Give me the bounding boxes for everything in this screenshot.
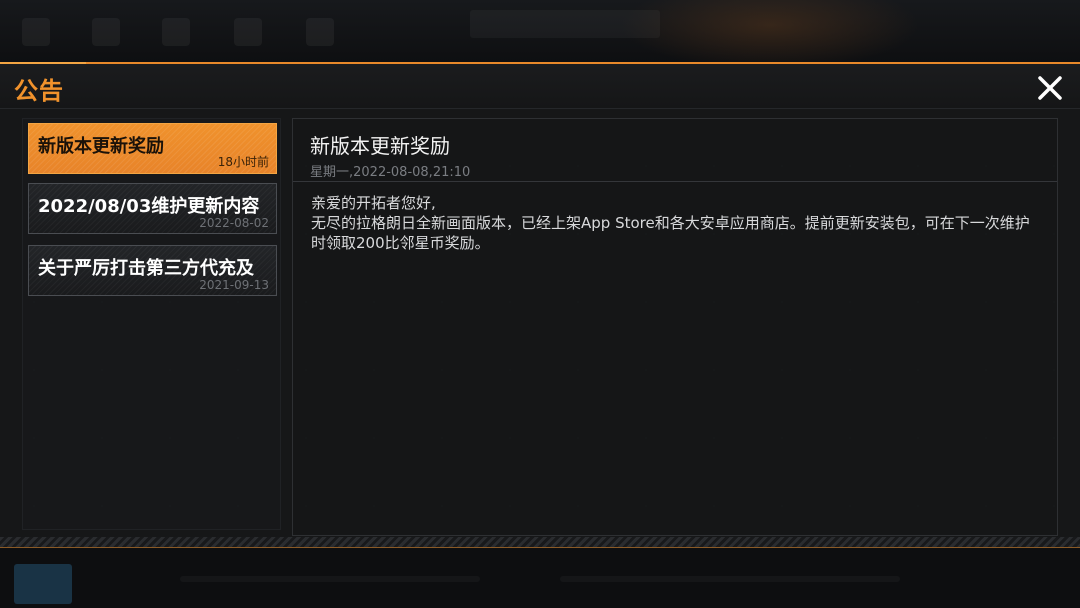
announcement-detail: 新版本更新奖励 星期一,2022-08-08,21:10 亲爱的开拓者您好, 无… bbox=[292, 118, 1058, 536]
hazard-stripe bbox=[0, 537, 1080, 548]
background-hud-icon bbox=[234, 18, 262, 46]
announcement-item[interactable]: 关于严厉打击第三方代充及 2021-09-13 bbox=[28, 245, 277, 296]
announcement-item-title: 新版本更新奖励 bbox=[38, 136, 164, 157]
background-hud-top bbox=[0, 0, 1080, 62]
detail-title: 新版本更新奖励 bbox=[310, 134, 450, 158]
close-button[interactable] bbox=[1034, 72, 1066, 104]
close-icon bbox=[1038, 76, 1062, 100]
background-hud-icon bbox=[92, 18, 120, 46]
panel-header: 公告 bbox=[0, 64, 1080, 109]
background-hud-line bbox=[560, 576, 900, 582]
background-hud-icon bbox=[14, 564, 72, 604]
announcement-item-date: 2022-08-02 bbox=[199, 216, 269, 230]
announcement-item-title: 关于严厉打击第三方代充及 bbox=[38, 258, 254, 279]
detail-paragraph: 无尽的拉格朗日全新画面版本，已经上架App Store和各大安卓应用商店。提前更… bbox=[311, 214, 1030, 252]
background-hud-icon bbox=[162, 18, 190, 46]
detail-greeting: 亲爱的开拓者您好, bbox=[311, 194, 436, 212]
announcement-item-selected[interactable]: 新版本更新奖励 18小时前 bbox=[28, 123, 277, 174]
background-hud-icon bbox=[306, 18, 334, 46]
detail-timestamp: 星期一,2022-08-08,21:10 bbox=[310, 165, 471, 180]
detail-body: 亲爱的开拓者您好, 无尽的拉格朗日全新画面版本，已经上架App Store和各大… bbox=[311, 193, 1041, 253]
announcement-item-date: 2021-09-13 bbox=[199, 278, 269, 292]
detail-divider bbox=[293, 181, 1057, 182]
background-hud-bottom bbox=[0, 548, 1080, 608]
panel-title: 公告 bbox=[14, 77, 64, 105]
announcement-item-title: 2022/08/03维护更新内容 bbox=[38, 196, 260, 217]
announcement-list: 新版本更新奖励 18小时前 2022/08/03维护更新内容 2022-08-0… bbox=[22, 118, 281, 530]
background-hud-line bbox=[180, 576, 480, 582]
background-glow bbox=[620, 0, 920, 62]
announcement-panel: 公告 新版本更新奖励 18小时前 2022/08/03维护更新内容 2022-0… bbox=[0, 62, 1080, 548]
announcement-item[interactable]: 2022/08/03维护更新内容 2022-08-02 bbox=[28, 183, 277, 234]
game-screen: 公告 新版本更新奖励 18小时前 2022/08/03维护更新内容 2022-0… bbox=[0, 0, 1080, 608]
background-hud-icon bbox=[22, 18, 50, 46]
announcement-item-date: 18小时前 bbox=[217, 155, 269, 169]
